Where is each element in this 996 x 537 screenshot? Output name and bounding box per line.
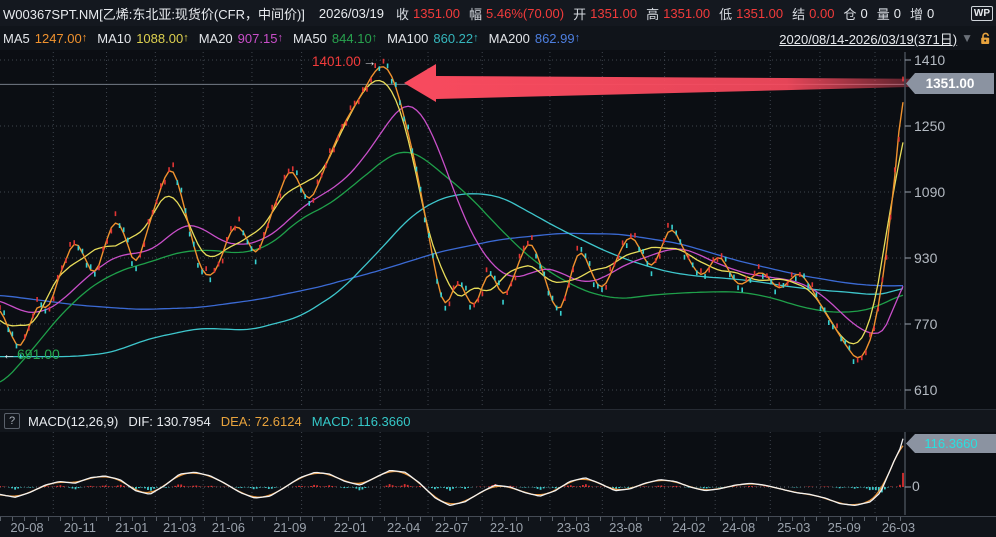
x-tick-23-03: 23-03 xyxy=(557,520,590,535)
dif-value: 130.7954 xyxy=(157,414,211,429)
x-tick-20-08: 20-08 xyxy=(10,520,43,535)
ma-legend-ma20: MA20907.15↑ xyxy=(199,31,283,46)
y-tick-610: 610 xyxy=(914,382,937,398)
x-tick-21-06: 21-06 xyxy=(212,520,245,535)
x-tick-23-08: 23-08 xyxy=(609,520,642,535)
macd-header-bar: ? MACD(12,26,9) DIF: 130.7954 DEA: 72.61… xyxy=(0,409,996,432)
x-tick-21-03: 21-03 xyxy=(163,520,196,535)
left-edge-annotation: ← 691.00 xyxy=(2,346,60,362)
dea-value: 72.6124 xyxy=(255,414,302,429)
quote-field-0: 收1351.00 xyxy=(396,4,460,23)
x-tick-25-09: 25-09 xyxy=(828,520,861,535)
macd-indicator-name[interactable]: MACD(12,26,9) xyxy=(28,414,118,429)
quote-field-5: 结0.00 xyxy=(792,4,834,23)
wp-icon[interactable]: WP xyxy=(971,6,993,21)
x-tick-26-03: 26-03 xyxy=(882,520,915,535)
ma-legend-ma5: MA51247.00↑ xyxy=(3,31,87,46)
y-tick-1410: 1410 xyxy=(914,52,945,68)
x-tick-22-04: 22-04 xyxy=(387,520,420,535)
quote-fields: 收1351.00 幅5.46%(70.00) 开1351.00 高1351.00 低13… xyxy=(396,4,943,23)
big-red-arrow xyxy=(404,64,950,102)
left-edge-value: 691.00 xyxy=(17,346,60,362)
chart-app-window: { "header": { "title": "W00367SPT.NM[乙烯:… xyxy=(0,0,996,536)
x-tick-24-08: 24-08 xyxy=(722,520,755,535)
y-tick-930: 930 xyxy=(914,250,937,266)
y-tick-770: 770 xyxy=(914,316,937,332)
x-tick-20-11: 20-11 xyxy=(64,520,96,535)
peak-annotation: 1401.00 → xyxy=(312,54,376,69)
ma-legend-ma200: MA200862.99↑ xyxy=(489,31,580,46)
x-axis-bar[interactable]: 20-08 20-11 21-01 21-03 21-06 21-09 22-01 22-04… xyxy=(0,516,996,537)
macd-value: 116.3660 xyxy=(357,414,410,429)
macd-value-badge: 116.3660 xyxy=(906,434,996,453)
x-tick-24-02: 24-02 xyxy=(672,520,705,535)
x-tick-21-09: 21-09 xyxy=(273,520,306,535)
quote-date: 2026/03/19 xyxy=(319,6,384,21)
ma-legend-ma10: MA101088.00↑ xyxy=(97,31,188,46)
unlock-icon[interactable] xyxy=(979,32,992,45)
left-arrow-icon: ← xyxy=(2,346,16,362)
quote-field-6: 仓0 xyxy=(843,4,867,23)
quote-field-7: 量0 xyxy=(877,4,901,23)
quote-field-3: 高1351.00 xyxy=(646,4,710,23)
ma-legend-bar: MA51247.00↑ MA101088.00↑ MA20907.15↑ MA5084… xyxy=(0,26,996,50)
quote-field-4: 低1351.00 xyxy=(719,4,783,23)
current-price-badge: 1351.00 xyxy=(906,73,994,94)
quote-field-2: 开1351.00 xyxy=(573,4,637,23)
ma-items: MA51247.00↑ MA101088.00↑ MA20907.15↑ MA5084… xyxy=(3,31,590,46)
x-tick-22-10: 22-10 xyxy=(490,520,523,535)
dif-label: DIF: xyxy=(128,414,153,429)
quote-field-8: 增0 xyxy=(910,4,934,23)
x-tick-25-03: 25-03 xyxy=(777,520,810,535)
instrument-title: W00367SPT.NM[乙烯:东北亚:现货价(CFR，中间价)] xyxy=(3,4,305,23)
quote-field-1: 幅5.46%(70.00) xyxy=(469,4,564,23)
right-arrow-icon: → xyxy=(363,54,377,69)
ma-legend-ma100: MA100860.22↑ xyxy=(387,31,478,46)
help-icon[interactable]: ? xyxy=(4,413,20,429)
x-tick-22-01: 22-01 xyxy=(334,520,367,535)
x-tick-22-07: 22-07 xyxy=(435,520,468,535)
ma-legend-ma50: MA50844.10↑ xyxy=(293,31,377,46)
macd-zero-label: 0 xyxy=(912,478,920,494)
macd-label: MACD: xyxy=(312,414,354,429)
x-tick-21-01: 21-01 xyxy=(115,520,148,535)
y-tick-1090: 1090 xyxy=(914,184,945,200)
peak-value: 1401.00 xyxy=(312,54,361,69)
chevron-down-icon[interactable]: ▼ xyxy=(961,31,973,45)
y-tick-1250: 1250 xyxy=(914,118,945,134)
dea-label: DEA: xyxy=(221,414,251,429)
chart-canvas[interactable] xyxy=(0,0,996,536)
quote-header-bar: W00367SPT.NM[乙烯:东北亚:现货价(CFR，中间价)] 2026/0… xyxy=(0,0,996,27)
date-range-link[interactable]: 2020/08/14-2026/03/19(371日) xyxy=(779,29,957,48)
